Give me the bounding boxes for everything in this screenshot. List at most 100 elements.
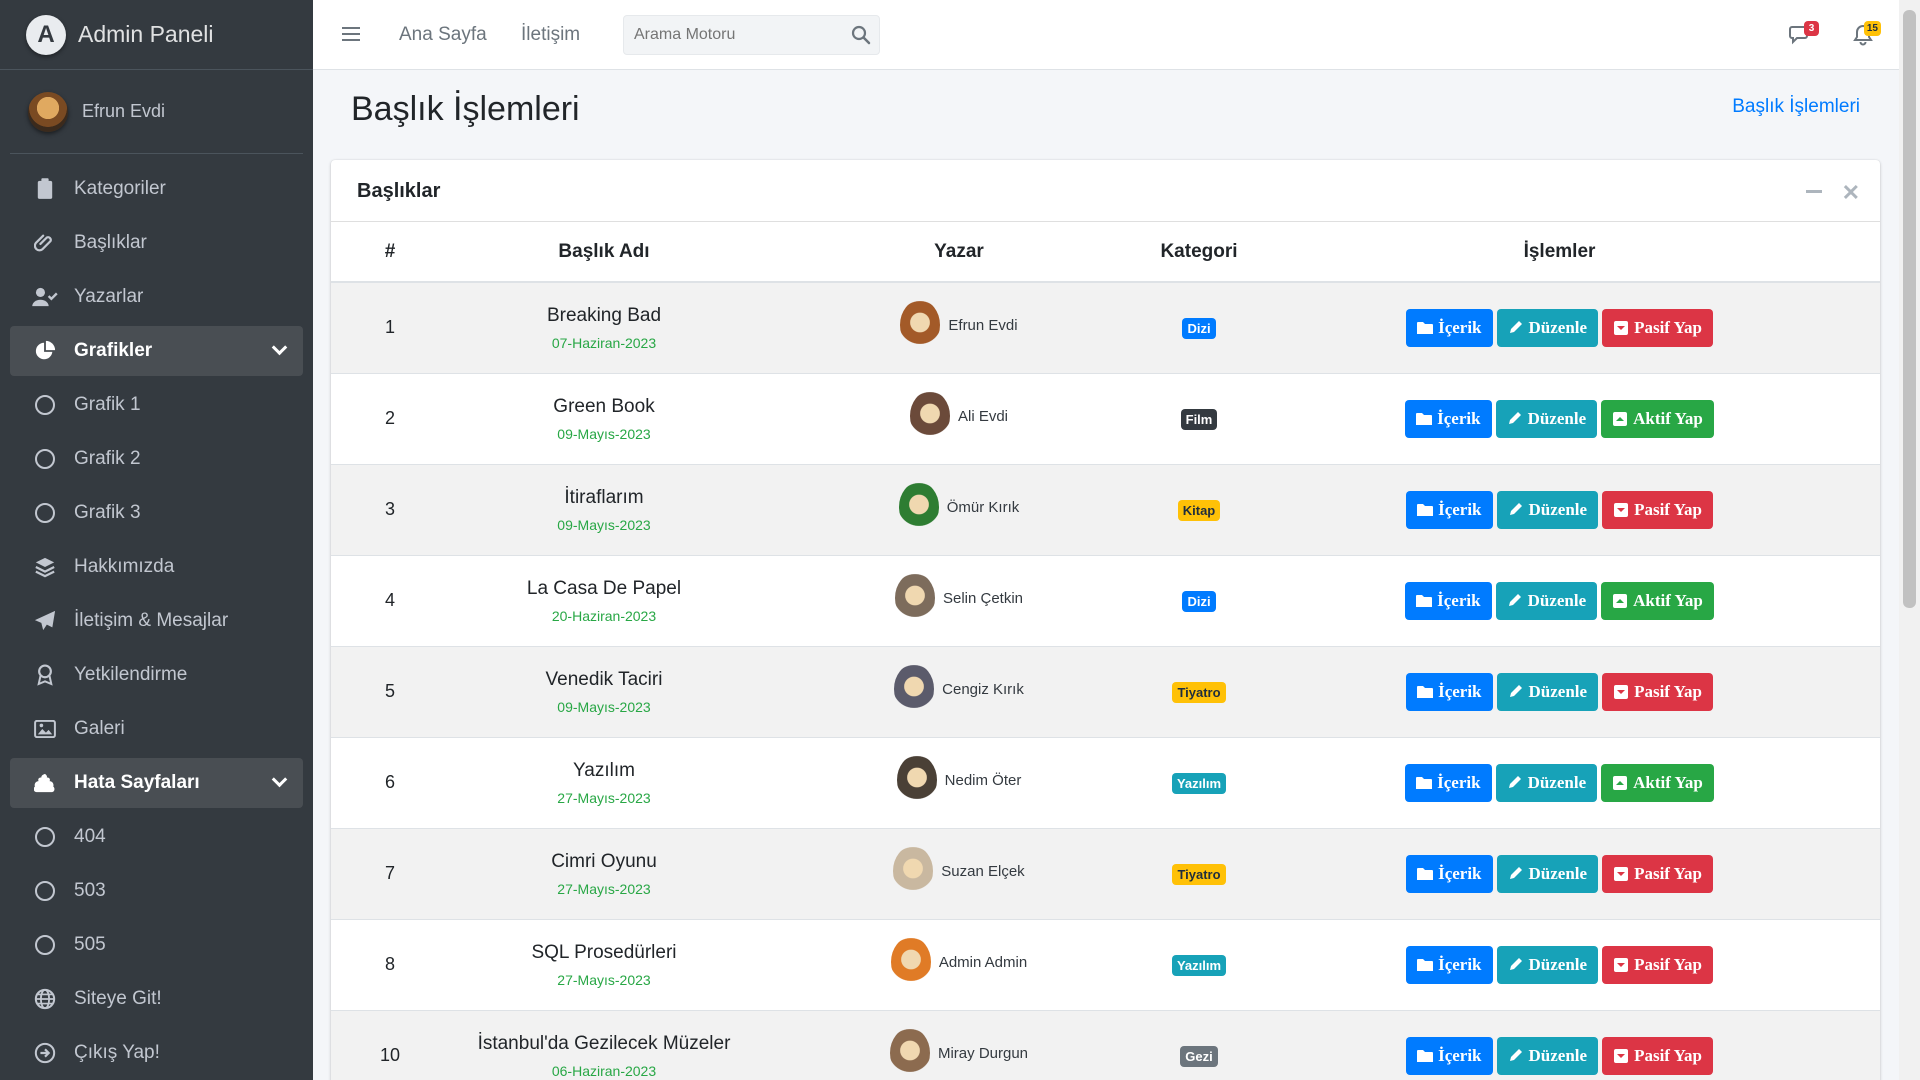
sidebar-item-siteye-git[interactable]: Siteye Git! <box>10 974 303 1024</box>
clipboard-icon <box>32 177 58 201</box>
sidebar-item-yazarlar[interactable]: Yazarlar <box>10 272 303 322</box>
category-badge: Yazılım <box>1171 772 1227 794</box>
edit-button[interactable]: Düzenle <box>1495 581 1598 620</box>
pencil-icon <box>1509 320 1522 333</box>
sidebar-item-404[interactable]: 404 <box>10 812 303 862</box>
title-cell: Green Book 09-Mayıs-2023 <box>449 373 759 464</box>
content-button[interactable]: İçerik <box>1405 581 1492 620</box>
user-name: Efrun Evdi <box>82 101 166 121</box>
author: Efrun Evdi <box>900 300 1018 351</box>
edit-button[interactable]: Düzenle <box>1495 763 1598 802</box>
sidebar-item-label: 503 <box>74 880 106 901</box>
table-row: 1 Breaking Bad 07-Haziran-2023 Efrun Evd… <box>331 282 1880 373</box>
deactivate-button[interactable]: Pasif Yap <box>1602 1036 1713 1075</box>
collapse-icon[interactable] <box>1806 190 1822 193</box>
sidebar-item-503[interactable]: 503 <box>10 866 303 916</box>
brand-link[interactable]: A Admin Paneli <box>0 0 313 70</box>
notifications-badge: 15 <box>1863 21 1881 36</box>
content-button[interactable]: İçerik <box>1405 763 1492 802</box>
edit-button[interactable]: Düzenle <box>1496 490 1599 529</box>
nav-link-contact[interactable]: İletişim <box>521 24 580 46</box>
content-button[interactable]: İçerik <box>1406 854 1493 893</box>
edit-button[interactable]: Düzenle <box>1496 854 1599 893</box>
column-header-number[interactable]: # <box>331 222 449 283</box>
messages-button[interactable]: 3 <box>1789 21 1819 46</box>
edit-button[interactable]: Düzenle <box>1496 945 1599 984</box>
actions-cell: İçerik Düzenle Aktif Yap <box>1239 373 1880 464</box>
breadcrumb[interactable]: Başlık İşlemleri <box>1732 96 1860 118</box>
activate-button[interactable]: Aktif Yap <box>1601 581 1714 620</box>
title-name: Green Book <box>553 395 655 417</box>
sidebar-item-grafikler[interactable]: Grafikler <box>10 326 303 376</box>
edit-button[interactable]: Düzenle <box>1496 672 1599 711</box>
author-cell: Cengiz Kırık <box>759 646 1159 737</box>
deactivate-button[interactable]: Pasif Yap <box>1602 672 1713 711</box>
sidebar-item-grafik-3[interactable]: Grafik 3 <box>10 488 303 538</box>
search-input[interactable] <box>624 16 834 54</box>
sidebar-item-hata-sayfaları[interactable]: Hata Sayfaları <box>10 758 303 808</box>
pencil-icon <box>1509 866 1522 879</box>
notifications-button[interactable]: 15 <box>1851 21 1881 46</box>
edit-button[interactable]: Düzenle <box>1496 1036 1599 1075</box>
deactivate-button[interactable]: Pasif Yap <box>1602 945 1713 984</box>
sidebar-item-grafik-1[interactable]: Grafik 1 <box>10 380 303 430</box>
sidebar-item-i-letişim-mesajlar[interactable]: İletişim & Mesajlar <box>10 596 303 646</box>
sidebar-nav: Kategoriler Başlıklar Yazarlar Grafikler Gra… <box>0 154 313 1078</box>
search-icon[interactable] <box>851 25 871 45</box>
actions-cell: İçerik Düzenle Pasif Yap <box>1239 828 1880 919</box>
content-button[interactable]: İçerik <box>1406 490 1493 529</box>
author-name: Cengiz Kırık <box>942 680 1024 698</box>
page-scrollbar[interactable] <box>1899 0 1920 1080</box>
content-button-label: İçerik <box>1438 499 1482 519</box>
scrollbar-thumb[interactable] <box>1903 10 1916 608</box>
activate-button[interactable]: Aktif Yap <box>1601 399 1714 438</box>
edit-button[interactable]: Düzenle <box>1495 399 1598 438</box>
category-cell: Tiyatro <box>1159 646 1239 737</box>
author-cell: Miray Durgun <box>759 1010 1159 1080</box>
edit-button-label: Düzenle <box>1528 499 1588 519</box>
title-name: İtiraflarım <box>564 486 644 508</box>
deactivate-button[interactable]: Pasif Yap <box>1602 490 1713 529</box>
sidebar-item-505[interactable]: 505 <box>10 920 303 970</box>
edit-button-label: Düzenle <box>1527 772 1587 792</box>
sidebar-item-hakkımızda[interactable]: Hakkımızda <box>10 542 303 592</box>
content-button[interactable]: İçerik <box>1406 672 1493 711</box>
sidebar-item-yetkilendirme[interactable]: Yetkilendirme <box>10 650 303 700</box>
sidebar-item-başlıklar[interactable]: Başlıklar <box>10 218 303 268</box>
close-icon[interactable]: ✕ <box>1842 180 1860 206</box>
sidebar-item-label: Yetkilendirme <box>74 664 188 685</box>
title-cell: Breaking Bad 07-Haziran-2023 <box>449 282 759 373</box>
content-button[interactable]: İçerik <box>1406 1036 1493 1075</box>
sign-out-icon <box>32 1041 58 1065</box>
column-header-category[interactable]: Kategori <box>1159 222 1239 283</box>
title-cell: La Casa De Papel 20-Haziran-2023 <box>449 555 759 646</box>
status-button-label: Aktif Yap <box>1633 590 1703 610</box>
sidebar-item-galeri[interactable]: Galeri <box>10 704 303 754</box>
avatar <box>898 482 939 532</box>
sidebar-item-grafik-2[interactable]: Grafik 2 <box>10 434 303 484</box>
pencil-icon <box>1509 1048 1522 1061</box>
deactivate-button[interactable]: Pasif Yap <box>1602 854 1713 893</box>
content-button[interactable]: İçerik <box>1406 308 1493 347</box>
deactivate-button[interactable]: Pasif Yap <box>1602 308 1713 347</box>
caret-square-up-icon <box>1613 411 1628 426</box>
menu-toggle-icon[interactable] <box>342 27 360 41</box>
image-icon <box>32 717 58 741</box>
activate-button[interactable]: Aktif Yap <box>1601 763 1714 802</box>
edit-button[interactable]: Düzenle <box>1496 308 1599 347</box>
content-button[interactable]: İçerik <box>1405 399 1492 438</box>
circle-icon <box>32 447 58 471</box>
content-button[interactable]: İçerik <box>1406 945 1493 984</box>
title-cell: İtiraflarım 09-Mayıs-2023 <box>449 464 759 555</box>
nav-link-home[interactable]: Ana Sayfa <box>399 24 487 46</box>
sidebar-item-kategoriler[interactable]: Kategoriler <box>10 164 303 214</box>
sidebar-item-label: Başlıklar <box>74 232 147 253</box>
column-header-title[interactable]: Başlık Adı <box>449 222 759 283</box>
titles-card: Başlıklar ✕ # Başlık Adı Yazar Kategori … <box>331 160 1880 1080</box>
user-panel[interactable]: Efrun Evdi <box>10 70 303 154</box>
sidebar-item-çıkış-yap[interactable]: Çıkış Yap! <box>10 1028 303 1078</box>
author-name: Selin Çetkin <box>942 589 1024 607</box>
category-badge: Tiyatro <box>1172 681 1226 703</box>
column-header-author[interactable]: Yazar <box>759 222 1159 283</box>
edit-button-label: Düzenle <box>1528 863 1588 883</box>
